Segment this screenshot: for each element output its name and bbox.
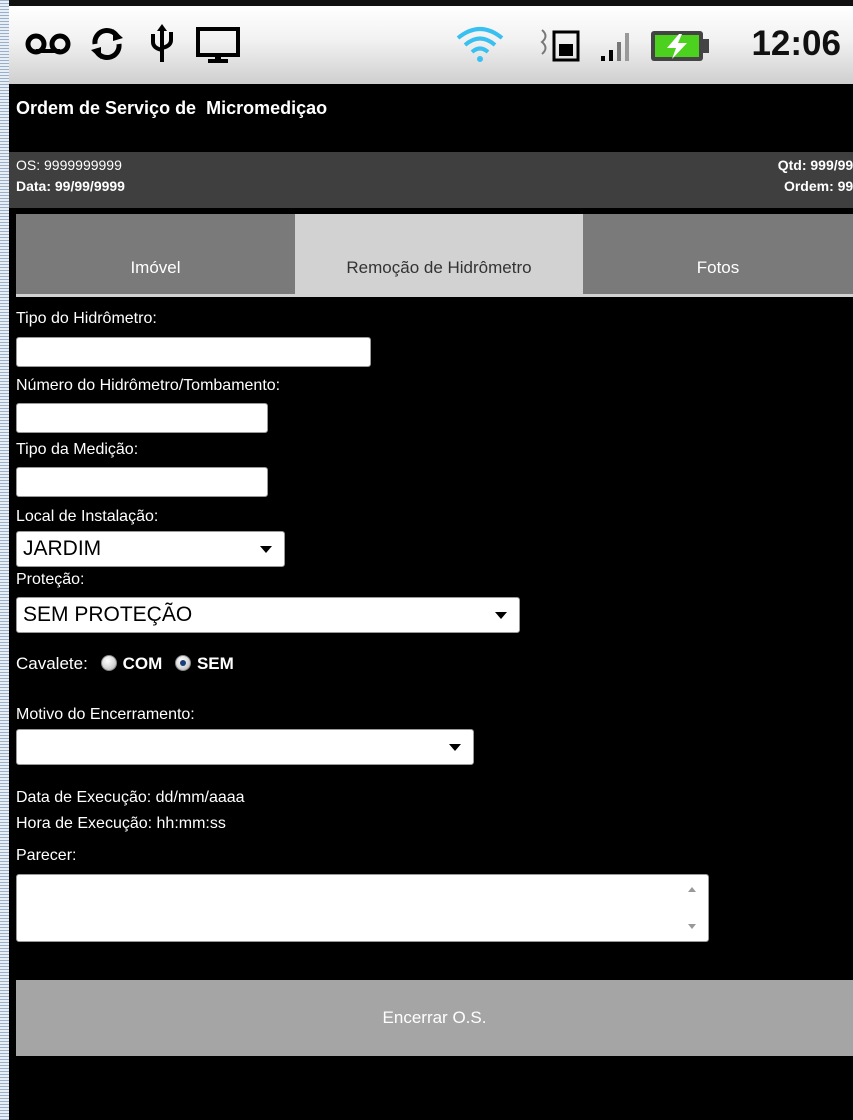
parecer-label: Parecer: — [16, 847, 77, 864]
battery-charging-icon — [651, 31, 709, 61]
order-number: Ordem: 999 — [783, 178, 853, 194]
window-frame — [0, 0, 9, 1120]
numero-hidrometro-input[interactable] — [16, 403, 268, 433]
tab-underline — [16, 294, 853, 297]
cavalete-com-label[interactable]: COM — [123, 654, 163, 673]
cavalete-com-radio[interactable] — [100, 655, 117, 671]
data-execucao: Data de Execução: dd/mm/aaaa — [16, 789, 245, 806]
signal-icon — [601, 33, 629, 61]
voicemail-icon — [25, 33, 71, 55]
sync-icon — [91, 28, 123, 60]
cavalete-label: Cavalete: — [16, 654, 88, 673]
chevron-down-icon — [449, 744, 461, 751]
quantity: Qtd: 999/999 — [777, 157, 853, 173]
tipo-hidrometro-input[interactable] — [16, 337, 371, 367]
local-instalacao-select[interactable]: JARDIM — [16, 531, 285, 567]
hora-execucao: Hora de Execução: hh:mm:ss — [16, 815, 226, 832]
protecao-select[interactable]: SEM PROTEÇÃO — [16, 597, 520, 633]
wifi-icon — [456, 27, 504, 62]
usb-icon — [151, 24, 173, 62]
status-bar: 12:06 — [9, 0, 853, 84]
os-number: OS: 9999999999 — [16, 157, 122, 173]
encerrar-os-button[interactable]: Encerrar O.S. — [16, 980, 853, 1056]
cavalete-group: Cavalete: COM SEM — [16, 654, 234, 674]
tab-remocao-hidrometro[interactable]: Remoção de Hidrômetro — [295, 214, 583, 294]
page-title: Ordem de Serviço de Micromediçao — [16, 98, 328, 118]
chevron-down-icon — [260, 546, 272, 553]
scroll-up-icon[interactable] — [688, 887, 696, 892]
order-info-bar: OS: 9999999999 Data: 99/99/9999 Qtd: 999… — [9, 152, 853, 208]
tab-imovel[interactable]: Imóvel — [16, 214, 295, 294]
protecao-value: SEM PROTEÇÃO — [23, 603, 193, 626]
tipo-medicao-label: Tipo da Medição: — [16, 441, 139, 458]
device-screen: 12:06 Ordem de Serviço de Micromediçao O… — [9, 0, 853, 1120]
protecao-label: Proteção: — [16, 571, 85, 588]
cavalete-sem-label[interactable]: SEM — [197, 654, 234, 673]
sim-icon — [540, 29, 580, 62]
cavalete-sem-radio[interactable] — [174, 655, 191, 671]
parecer-textarea[interactable] — [16, 874, 709, 942]
local-instalacao-value: JARDIM — [23, 537, 102, 560]
motivo-encerramento-select[interactable] — [16, 729, 474, 765]
numero-hidrometro-label: Número do Hidrômetro/Tombamento: — [16, 377, 281, 394]
order-date: Data: 99/99/9999 — [16, 178, 125, 194]
scroll-down-icon[interactable] — [688, 924, 696, 929]
monitor-icon — [196, 27, 240, 63]
local-instalacao-label: Local de Instalação: — [16, 508, 159, 525]
chevron-down-icon — [495, 612, 507, 619]
tipo-medicao-input[interactable] — [16, 467, 268, 497]
tab-fotos[interactable]: Fotos — [583, 214, 853, 294]
tab-bar: Imóvel Remoção de Hidrômetro Fotos — [16, 214, 853, 294]
tipo-hidrometro-label: Tipo do Hidrômetro: — [16, 310, 157, 327]
motivo-encerramento-label: Motivo do Encerramento: — [16, 706, 195, 723]
clock: 12:06 — [751, 24, 841, 63]
